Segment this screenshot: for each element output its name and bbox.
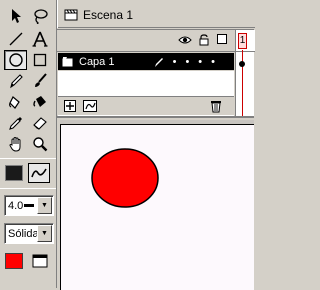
layer-icon — [62, 56, 73, 66]
scene-bar-divider — [58, 27, 255, 28]
hand-tool-button[interactable] — [4, 134, 27, 154]
layer-row[interactable]: Capa 1 •••• — [58, 53, 234, 70]
timeline-header — [57, 30, 254, 52]
movie-clip-icon — [64, 9, 78, 20]
fill-panel-icon — [32, 254, 48, 268]
layer-name: Capa 1 — [79, 55, 115, 68]
toolbox-separator — [0, 158, 56, 159]
rectangle-tool-icon — [33, 53, 46, 67]
hand-tool-icon — [8, 136, 20, 152]
text-tool-button[interactable] — [28, 29, 51, 49]
playhead-line — [242, 50, 243, 116]
text-tool-icon — [32, 31, 47, 47]
stroke-width-value: 4.0 — [8, 199, 24, 212]
timeline-footer — [58, 96, 234, 115]
fill-color-swatch — [5, 253, 23, 269]
stroke-width-preview — [24, 204, 35, 207]
fill-panel-button[interactable] — [29, 251, 51, 271]
chevron-down-icon[interactable]: ▼ — [37, 197, 52, 214]
trash-icon[interactable] — [210, 99, 222, 113]
line-tool-icon — [9, 32, 22, 46]
timeline: Capa 1 •••• 1 — [57, 29, 255, 127]
oval-tool-icon — [8, 53, 23, 67]
magnifier-tool-icon — [32, 137, 47, 152]
dropper-tool-icon — [8, 117, 22, 130]
stroke-style-value: Sólida — [8, 227, 39, 240]
chevron-down-icon[interactable]: ▼ — [37, 225, 52, 242]
stroke-color-swatch — [5, 165, 23, 181]
smooth-curve-icon — [31, 168, 47, 178]
frame-number[interactable]: 1 — [238, 33, 247, 49]
pencil-tool-icon — [9, 74, 23, 89]
options-separator — [0, 188, 56, 189]
smooth-option-button[interactable] — [28, 163, 50, 183]
paint-bucket-tool-icon — [32, 96, 46, 107]
line-tool-button[interactable] — [4, 29, 27, 49]
ink-bottle-tool-icon — [8, 96, 20, 109]
ink-bottle-tool-button[interactable] — [4, 92, 27, 112]
scene-label: Escena 1 — [83, 7, 134, 22]
lasso-tool-button[interactable] — [28, 6, 51, 26]
frames-panel[interactable]: 1 — [235, 30, 255, 116]
stroke-style-dropdown[interactable]: Sólida ▼ — [4, 223, 54, 244]
eraser-tool-button[interactable] — [28, 113, 51, 133]
paint-bucket-tool-button[interactable] — [28, 92, 51, 112]
eye-icon[interactable] — [178, 35, 192, 45]
scene-tab[interactable]: Escena 1 — [60, 2, 133, 27]
dropper-tool-button[interactable] — [4, 113, 27, 133]
insert-layer-icon[interactable] — [64, 100, 76, 112]
pencil-edit-icon — [154, 57, 163, 67]
stage-canvas[interactable] — [60, 124, 254, 290]
rectangle-tool-button[interactable] — [28, 50, 51, 70]
pencil-tool-button[interactable] — [4, 71, 27, 91]
lasso-tool-icon — [33, 9, 48, 24]
magnifier-tool-button[interactable] — [28, 134, 51, 154]
outline-icon[interactable] — [217, 34, 227, 44]
scene-bar: Escena 1 — [57, 0, 255, 28]
lock-icon[interactable] — [199, 34, 209, 46]
red-circle-shape[interactable] — [91, 148, 163, 208]
fill-color-button[interactable] — [3, 251, 25, 271]
brush-tool-button[interactable] — [28, 71, 51, 91]
layer-status-dots[interactable]: •••• — [173, 56, 224, 68]
insert-guide-layer-icon[interactable] — [83, 100, 97, 112]
eraser-tool-icon — [32, 117, 47, 130]
brush-tool-icon — [34, 73, 47, 87]
keyframe-dot[interactable] — [239, 61, 245, 67]
toolbox: 4.0 ▼ Sólida ▼ — [0, 0, 56, 288]
stroke-color-button[interactable] — [3, 163, 25, 183]
stage-area — [57, 116, 254, 290]
oval-tool-button[interactable] — [4, 50, 27, 70]
arrow-tool-icon — [11, 9, 21, 23]
arrow-tool-button[interactable] — [4, 6, 27, 26]
stroke-width-dropdown[interactable]: 4.0 ▼ — [4, 195, 54, 216]
